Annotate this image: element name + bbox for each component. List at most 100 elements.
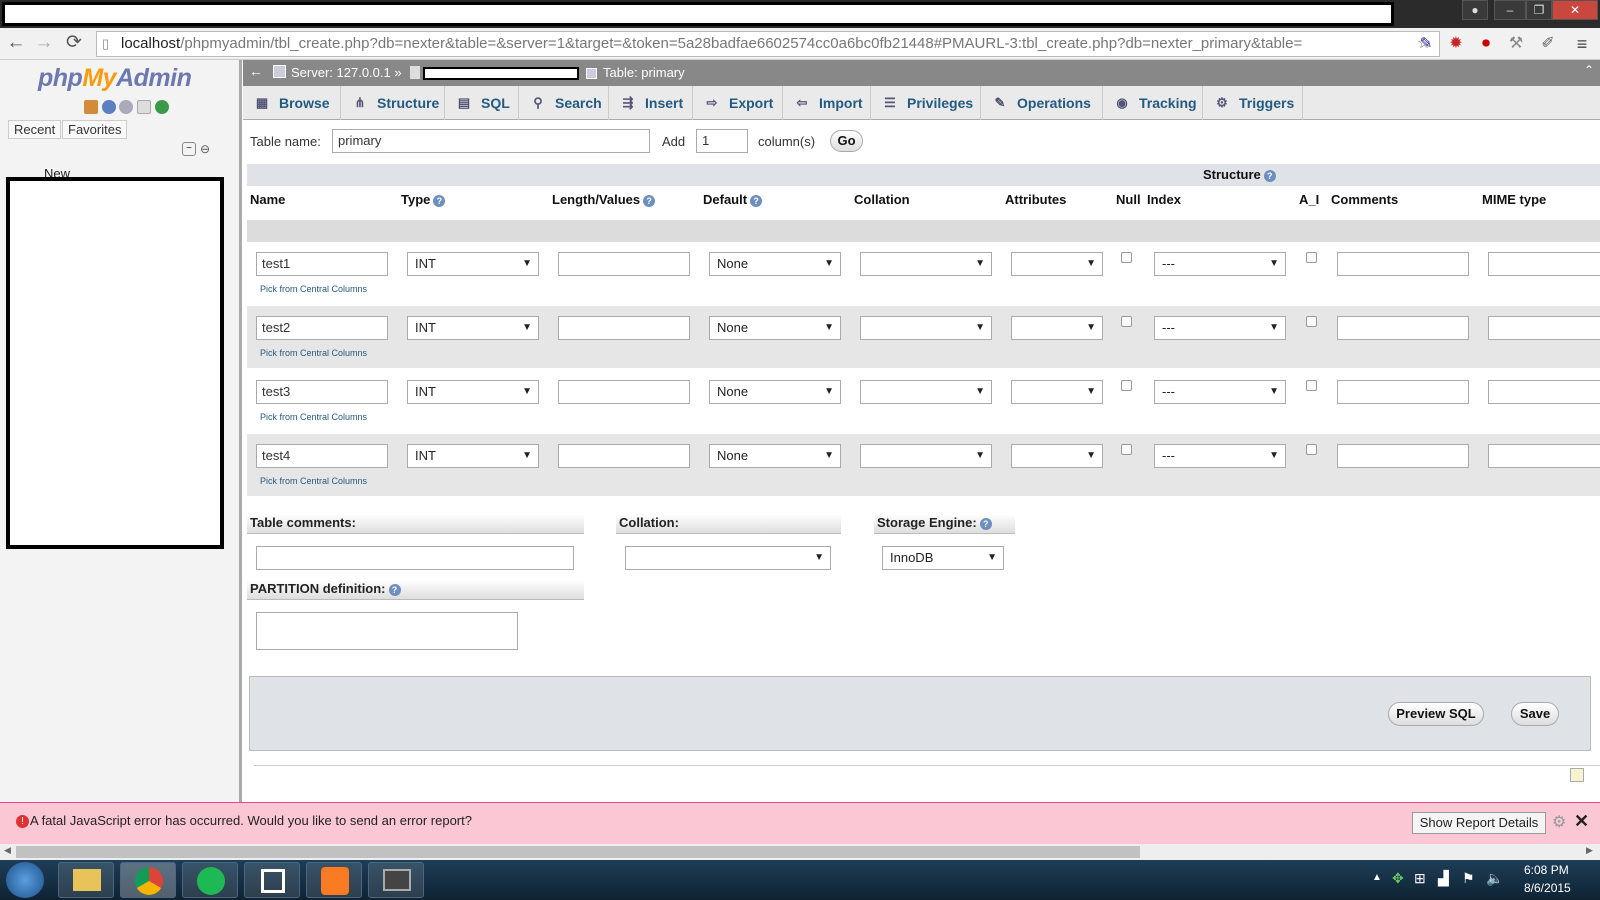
collapse-header-icon[interactable]: ⌃ xyxy=(1584,63,1594,77)
length-input[interactable] xyxy=(558,444,690,468)
show-report-details-button[interactable]: Show Report Details xyxy=(1412,812,1546,834)
volume-icon[interactable]: 🔈 xyxy=(1486,870,1503,887)
default-select[interactable]: None ▼ xyxy=(709,380,841,404)
pick-central-columns-link[interactable]: Pick from Central Columns xyxy=(260,476,367,486)
index-select[interactable]: --- ▼ xyxy=(1154,252,1286,276)
action-center-icon[interactable]: ⚑ xyxy=(1462,870,1475,887)
type-select[interactable]: INT ▼ xyxy=(407,252,539,276)
app-taskbar-icon[interactable] xyxy=(244,862,300,898)
collation-select[interactable]: ▼ xyxy=(860,380,992,404)
column-name-input[interactable]: test1 xyxy=(256,252,388,276)
bookmark-star-icon[interactable]: ☆ xyxy=(1412,32,1436,56)
link-icon[interactable]: ⊖ xyxy=(200,142,210,156)
start-button[interactable] xyxy=(6,862,44,898)
back-icon[interactable]: ← xyxy=(4,32,28,56)
attributes-select[interactable]: ▼ xyxy=(1011,252,1103,276)
ai-checkbox[interactable] xyxy=(1306,316,1317,327)
scroll-right-icon[interactable]: ▶ xyxy=(1586,845,1593,856)
extension-tool-icon[interactable]: ⚒ xyxy=(1504,32,1528,56)
type-select[interactable]: INT ▼ xyxy=(407,380,539,404)
help-icon[interactable]: ? xyxy=(1263,169,1276,182)
chrome-taskbar-icon[interactable] xyxy=(120,862,176,898)
collation-select[interactable]: ▼ xyxy=(860,444,992,468)
mime-input[interactable] xyxy=(1488,316,1600,340)
tab-browse[interactable]: ▦ Browse xyxy=(243,86,341,120)
terminal-taskbar-icon[interactable] xyxy=(368,862,424,898)
length-input[interactable] xyxy=(558,252,690,276)
scrollbar-thumb[interactable] xyxy=(16,846,1140,858)
storage-engine-select[interactable]: InnoDB ▼ xyxy=(882,546,1004,570)
minimize-button[interactable]: ‒ xyxy=(1494,0,1526,20)
help-icon[interactable]: ? xyxy=(433,194,446,207)
address-bar[interactable]: ▯ localhost/phpmyadmin/tbl_create.php?db… xyxy=(96,31,1440,57)
menu-icon[interactable]: ≡ xyxy=(1570,32,1594,56)
tab-import[interactable]: ⇦ Import xyxy=(783,86,871,120)
comments-input[interactable] xyxy=(1337,252,1469,276)
logout-icon[interactable] xyxy=(101,100,116,114)
horizontal-scrollbar[interactable]: ◀ ▶ xyxy=(0,844,1600,860)
dismiss-error-icon[interactable]: ✕ xyxy=(1574,811,1589,832)
collapse-all-icon[interactable]: − xyxy=(182,142,196,156)
default-select[interactable]: None ▼ xyxy=(709,252,841,276)
collation-select[interactable]: ▼ xyxy=(860,252,992,276)
table-comments-input[interactable] xyxy=(256,546,574,570)
show-hidden-icons[interactable]: ▲ xyxy=(1372,872,1382,883)
clock-time[interactable]: 6:08 PM xyxy=(1524,863,1569,877)
null-checkbox[interactable] xyxy=(1121,380,1132,391)
index-select[interactable]: --- ▼ xyxy=(1154,444,1286,468)
settings-icon[interactable] xyxy=(136,100,151,114)
pick-central-columns-link[interactable]: Pick from Central Columns xyxy=(260,284,367,294)
forward-icon[interactable]: → xyxy=(32,32,56,56)
pick-central-columns-link[interactable]: Pick from Central Columns xyxy=(260,348,367,358)
tab-sql[interactable]: ▤ SQL xyxy=(445,86,519,120)
type-select[interactable]: INT ▼ xyxy=(407,444,539,468)
help-icon[interactable]: ? xyxy=(750,194,763,207)
save-button[interactable]: Save xyxy=(1511,702,1559,726)
tab-search[interactable]: ⚲ Search xyxy=(519,86,609,120)
close-window-button[interactable]: ✕ xyxy=(1552,0,1598,20)
reload-icon[interactable]: ⟳ xyxy=(62,32,86,56)
index-select[interactable]: --- ▼ xyxy=(1154,316,1286,340)
tab-tracking[interactable]: ◉ Tracking xyxy=(1103,86,1203,120)
phpmyadmin-logo[interactable]: phpMyAdmin xyxy=(38,64,192,93)
tab-privileges[interactable]: ☰ Privileges xyxy=(871,86,981,120)
table-name-input[interactable]: primary xyxy=(332,129,650,153)
explorer-taskbar-icon[interactable] xyxy=(58,862,114,898)
column-name-input[interactable]: test2 xyxy=(256,316,388,340)
attributes-select[interactable]: ▼ xyxy=(1011,316,1103,340)
home-icon[interactable] xyxy=(84,100,98,114)
ai-checkbox[interactable] xyxy=(1306,380,1317,391)
attributes-select[interactable]: ▼ xyxy=(1011,380,1103,404)
tab-structure[interactable]: ⋔ Structure xyxy=(341,86,445,120)
mime-input[interactable] xyxy=(1488,252,1600,276)
extension-gear-icon[interactable]: ✹ xyxy=(1444,32,1468,56)
back-arrow-icon[interactable]: ← xyxy=(249,63,263,79)
windows-icon[interactable]: ⊞ xyxy=(1414,870,1426,887)
add-columns-input[interactable]: 1 xyxy=(696,129,748,153)
index-select[interactable]: --- ▼ xyxy=(1154,380,1286,404)
help-icon[interactable]: ? xyxy=(388,583,401,596)
recent-tab[interactable]: Recent xyxy=(8,120,62,139)
mime-input[interactable] xyxy=(1488,444,1600,468)
ai-checkbox[interactable] xyxy=(1306,252,1317,263)
preview-sql-button[interactable]: Preview SQL xyxy=(1388,702,1484,726)
table-collation-select[interactable]: ▼ xyxy=(625,546,831,570)
type-select[interactable]: INT ▼ xyxy=(407,316,539,340)
maximize-button[interactable]: ❐ xyxy=(1526,0,1552,20)
eyedropper-icon[interactable]: ✐ xyxy=(1536,32,1560,56)
docs-icon[interactable] xyxy=(119,100,134,114)
null-checkbox[interactable] xyxy=(1121,252,1132,263)
adblock-icon[interactable]: ⏺ xyxy=(1474,32,1498,56)
tab-export[interactable]: ⇨ Export xyxy=(693,86,783,120)
favorites-tab[interactable]: Favorites xyxy=(62,120,128,139)
default-select[interactable]: None ▼ xyxy=(709,316,841,340)
comments-input[interactable] xyxy=(1337,316,1469,340)
comments-input[interactable] xyxy=(1337,380,1469,404)
help-icon[interactable]: ? xyxy=(979,517,992,530)
breadcrumb-table[interactable]: Table: primary xyxy=(603,65,685,80)
column-name-input[interactable]: test3 xyxy=(256,380,388,404)
attributes-select[interactable]: ▼ xyxy=(1011,444,1103,468)
mime-input[interactable] xyxy=(1488,380,1600,404)
null-checkbox[interactable] xyxy=(1121,444,1132,455)
scroll-left-icon[interactable]: ◀ xyxy=(4,845,11,856)
